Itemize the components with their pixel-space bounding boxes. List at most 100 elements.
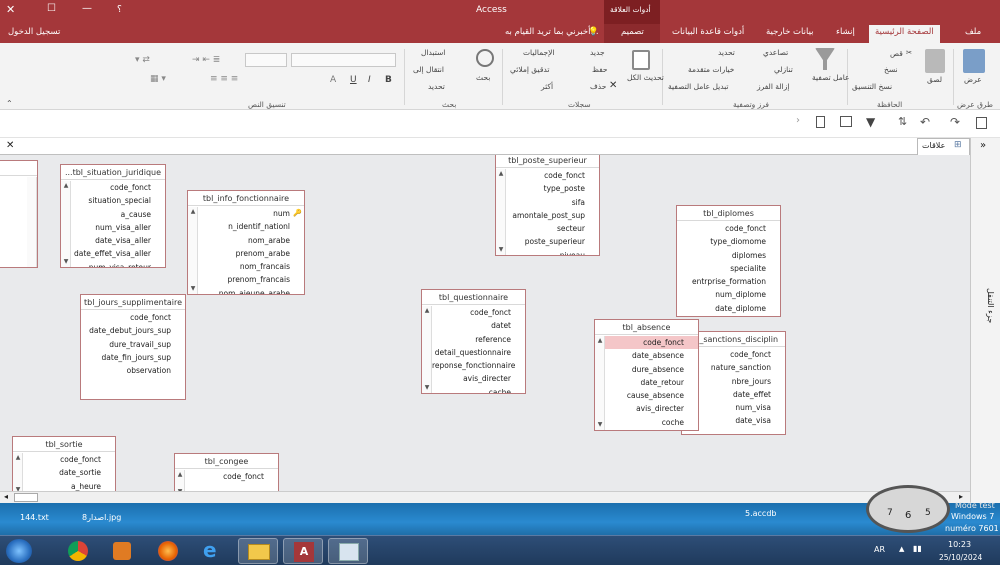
signin-link[interactable]: تسجيل الدخول — [8, 27, 60, 37]
font-color-button[interactable]: A — [330, 75, 336, 85]
delete-x-icon[interactable]: ✕ — [609, 80, 617, 91]
view-button-label[interactable]: عرض — [964, 75, 982, 84]
toggle-filter[interactable]: تبديل عامل التصفية — [668, 82, 729, 91]
tab-file[interactable]: ملف — [965, 27, 981, 37]
bold-button[interactable]: B — [385, 75, 392, 85]
underline-button[interactable]: U — [350, 75, 357, 85]
expand-nav-icon[interactable]: » — [980, 140, 986, 151]
spelling[interactable]: تدقيق إملائي — [510, 65, 549, 74]
field-row[interactable]: avis_directer — [605, 402, 698, 415]
language-indicator[interactable]: AR — [874, 545, 885, 554]
paste-icon[interactable] — [925, 49, 945, 73]
remove-sort[interactable]: إزالة الفرز — [757, 82, 789, 91]
save-record[interactable]: حفظ — [592, 65, 608, 74]
close-doc-icon[interactable]: ✕ — [6, 140, 14, 151]
tray-arrow-icon[interactable]: ▲ — [899, 545, 904, 553]
copy-label[interactable]: نسخ — [884, 65, 898, 74]
ie-taskbar-button[interactable]: e — [193, 538, 233, 564]
delete-record[interactable]: حذف — [590, 82, 606, 91]
tab-design[interactable]: تصميم — [621, 27, 644, 37]
maximize-icon[interactable]: ☐ — [47, 3, 56, 14]
search-tell-me[interactable]: أخبرني بما تريد القيام به... — [505, 27, 599, 37]
relationships-canvas[interactable]: ...tbl_situation_juridique code_fonct situ… — [0, 155, 970, 491]
gridlines-button[interactable]: ▦ ▾ — [150, 74, 166, 84]
tab-home[interactable]: الصفحة الرئيسية — [869, 25, 940, 43]
totals[interactable]: الإجماليات — [523, 48, 555, 57]
redo-icon[interactable]: ↷ — [950, 115, 960, 129]
new-record[interactable]: جديد — [590, 48, 605, 57]
relationships-icon: ⊞ — [954, 140, 962, 150]
more-dropdown[interactable]: أكثر — [541, 82, 553, 91]
scroll-left-icon[interactable]: ◂ — [4, 492, 8, 501]
align-buttons[interactable]: ≡ ≡ ≡ — [210, 74, 238, 84]
collapse-ribbon-icon[interactable]: ⌃ — [6, 99, 13, 108]
field-row[interactable]: code_fonct — [605, 336, 698, 350]
scroll-thumb[interactable] — [14, 493, 38, 502]
tab-create[interactable]: إنشاء — [836, 27, 855, 37]
refresh-all-label[interactable]: تحديث الكل — [627, 73, 664, 82]
tab-relationships[interactable]: علاقات ⊞ — [917, 138, 970, 155]
clock-date[interactable]: 25/10/2024 — [939, 553, 982, 562]
select-dropdown[interactable]: تحديد — [428, 82, 445, 91]
filter-small-icon[interactable]: ▼ — [866, 115, 875, 129]
undo-icon[interactable]: ↶ — [920, 115, 930, 129]
goto-dropdown[interactable]: انتقال إلى — [413, 65, 444, 74]
tab-database-tools[interactable]: أدوات قاعدة البيانات — [672, 27, 744, 37]
paste-label[interactable]: لصق — [927, 75, 942, 84]
window-icon — [339, 543, 359, 561]
field-row[interactable]: dure_absence — [605, 363, 698, 376]
navigation-pane[interactable]: » جزء التنقل — [970, 138, 1000, 508]
find-icon[interactable] — [476, 49, 494, 67]
table-scrollbar[interactable]: ▲▼ — [595, 336, 605, 430]
filter-icon[interactable] — [815, 48, 835, 70]
replace[interactable]: استبدال — [421, 48, 445, 57]
scroll-up-icon[interactable]: ▲ — [596, 337, 604, 345]
tab-external-data[interactable]: بيانات خارجية — [766, 27, 814, 37]
datasheet-icon[interactable] — [840, 116, 852, 127]
media-taskbar-button[interactable] — [102, 538, 142, 564]
field-row[interactable]: cause_absence — [605, 389, 698, 402]
italic-button[interactable]: I — [368, 75, 371, 85]
sort-descending[interactable]: تنازلي — [774, 65, 793, 74]
field-row[interactable]: coche — [605, 416, 698, 429]
advanced-dropdown[interactable]: خيارات متقدمة — [688, 65, 734, 74]
scroll-right-icon[interactable]: ▸ — [959, 492, 963, 501]
desktop-file-3[interactable]: 5.accdb — [745, 509, 777, 518]
explorer-taskbar-button[interactable] — [238, 538, 278, 564]
view-icon[interactable] — [963, 49, 985, 73]
qat-overflow-icon[interactable]: › — [796, 115, 800, 126]
table-title[interactable]: tbl_absence — [595, 320, 698, 335]
field-row[interactable]: date_retour — [605, 376, 698, 389]
clock-time[interactable]: 10:23 — [948, 540, 971, 549]
horizontal-scrollbar[interactable]: ◂ ▸ — [0, 491, 970, 503]
network-icon[interactable]: ▮▮ — [913, 544, 922, 553]
font-size-box[interactable] — [245, 53, 287, 67]
format-painter-label[interactable]: نسخ التنسيق — [852, 82, 892, 91]
filter-label[interactable]: عامل تصفية — [812, 73, 850, 82]
cut-label[interactable]: قص — [890, 49, 903, 58]
sort-icon[interactable]: ⇅ — [898, 115, 907, 128]
indent-buttons[interactable]: ⇥ ⇤ ≣ — [192, 55, 220, 65]
field-row[interactable]: date_absence — [605, 349, 698, 362]
scroll-down-icon[interactable]: ▼ — [596, 421, 604, 429]
desktop-file-1[interactable]: 144.txt — [20, 513, 49, 522]
help-icon[interactable]: ؟ — [117, 5, 122, 15]
rtl-buttons[interactable]: ▾ ⇄ — [135, 55, 150, 65]
close-window-icon[interactable]: ✕ — [6, 3, 15, 16]
minimize-icon[interactable]: — — [82, 3, 92, 14]
start-button-icon[interactable] — [6, 539, 32, 563]
firefox-taskbar-button[interactable] — [148, 538, 188, 564]
find-label[interactable]: بحث — [476, 73, 490, 82]
save-icon[interactable] — [976, 117, 987, 129]
desktop-file-2[interactable]: اصدار8.jpg — [82, 513, 121, 522]
scissors-icon[interactable]: ✂ — [906, 48, 912, 57]
chrome-taskbar-button[interactable] — [58, 538, 98, 564]
app-taskbar-button[interactable] — [328, 538, 368, 564]
selection-dropdown[interactable]: تحديد — [718, 48, 735, 57]
table-tbl-absence[interactable]: tbl_absence code_fonct date_absence dure_ab… — [594, 319, 699, 431]
sort-ascending[interactable]: تصاعدي — [763, 48, 788, 57]
new-doc-icon[interactable] — [816, 116, 825, 128]
refresh-icon[interactable] — [632, 50, 650, 70]
font-name-box[interactable] — [291, 53, 396, 67]
access-taskbar-button[interactable]: A — [283, 538, 323, 564]
